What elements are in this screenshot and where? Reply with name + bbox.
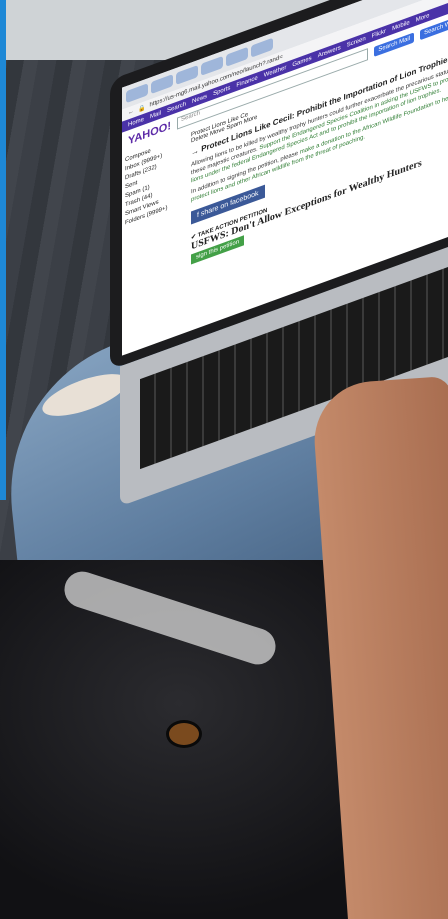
accent-bar xyxy=(0,0,6,500)
photo-scene: ← 🔒 https://us-mg6.mail.yahoo.com/neo/la… xyxy=(0,0,448,919)
dog-eye xyxy=(166,720,202,748)
back-icon[interactable]: ← xyxy=(128,108,134,116)
lock-icon: 🔒 xyxy=(138,104,146,114)
laptop: ← 🔒 https://us-mg6.mail.yahoo.com/neo/la… xyxy=(110,0,448,507)
facebook-icon: f xyxy=(197,211,199,220)
mail-sidebar: Compose Inbox (9999+) Drafts (232) Sent … xyxy=(122,131,188,293)
